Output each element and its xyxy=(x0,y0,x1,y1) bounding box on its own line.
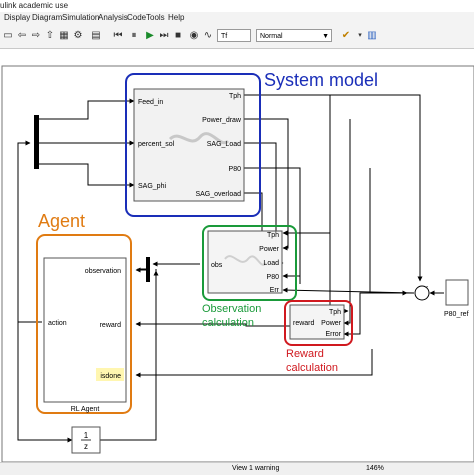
back-icon[interactable]: ⇦ xyxy=(16,29,28,42)
port-obs-load: Load xyxy=(263,260,279,267)
step-back-icon[interactable]: ⏮ xyxy=(112,29,124,42)
system-model-title: System model xyxy=(264,70,378,90)
stop-icon[interactable]: ■ xyxy=(172,29,184,42)
p80-ref-block[interactable] xyxy=(445,279,469,306)
port-obs-p80: P80 xyxy=(267,274,280,281)
port-feed-in: Feed_in xyxy=(138,99,163,106)
forward-icon[interactable]: ⇨ xyxy=(30,29,42,42)
port-action: action xyxy=(48,320,67,327)
warning-status-link[interactable]: View 1 warning xyxy=(232,463,279,475)
menu-help[interactable]: Help xyxy=(168,12,184,24)
rl-agent-label: RL Agent xyxy=(71,406,100,413)
toolbar: ▭ ⇦ ⇨ ⇧ ▦ ⚙ ▤ ⏮ ⏸ ▶ ⏭ ■ ◉ ∿ Tf Normal ▼ ✔… xyxy=(0,24,474,49)
port-reward-in: reward xyxy=(100,322,122,329)
menu-display[interactable]: Display xyxy=(4,12,30,24)
library-browser-icon[interactable]: ▦ xyxy=(58,29,70,42)
menu-code[interactable]: Code xyxy=(127,12,146,24)
observation-caption-2: calculation xyxy=(202,317,254,329)
port-reward-out: reward xyxy=(293,320,315,327)
port-sag-phi: SAG_phi xyxy=(138,183,166,190)
dropdown-chevron-icon[interactable]: ▾ xyxy=(354,29,366,42)
port-tph: Tph xyxy=(229,93,241,100)
build-icon[interactable]: ▥ xyxy=(366,29,378,42)
step-forward-icon[interactable]: ⏭ xyxy=(158,29,170,42)
menu-simulation[interactable]: Simulation xyxy=(62,12,99,24)
record-icon[interactable]: ◉ xyxy=(188,29,200,42)
menu-analysis[interactable]: Analysis xyxy=(98,12,128,24)
new-model-icon[interactable]: ▭ xyxy=(2,29,14,42)
port-p80: P80 xyxy=(229,166,242,173)
port-obs-power: Power xyxy=(259,246,280,253)
port-isdone: isdone xyxy=(100,373,121,380)
reward-caption-2: calculation xyxy=(286,362,338,374)
menu-tools[interactable]: Tools xyxy=(146,12,165,24)
port-obs-err: Err xyxy=(270,287,280,294)
observation-caption-1: Observation xyxy=(202,303,261,315)
stop-time-value: Tf xyxy=(221,33,228,40)
menu-bar: Display Diagram Simulation Analysis Code… xyxy=(0,12,474,24)
agent-title: Agent xyxy=(38,211,85,231)
model-canvas[interactable]: - P80_ref 1 z System model Feed_in perce… xyxy=(0,49,474,463)
reward-caption-1: Reward xyxy=(286,348,324,360)
explorer-icon[interactable]: ▤ xyxy=(90,29,102,42)
port-sag-load: SAG_Load xyxy=(207,141,241,148)
port-obs: obs xyxy=(211,262,223,269)
zoom-level: 146% xyxy=(366,465,384,472)
delay-numerator: 1 xyxy=(84,431,89,440)
scope-icon[interactable]: ∿ xyxy=(202,29,214,42)
chevron-down-icon: ▼ xyxy=(322,33,329,40)
simulation-mode-value: Normal xyxy=(260,33,283,40)
window-title: ulink academic use xyxy=(0,1,69,10)
pause-icon[interactable]: ⏸ xyxy=(128,29,140,42)
port-rew-tph: Tph xyxy=(329,309,341,316)
status-bar: View 1 warning 146% xyxy=(0,462,474,475)
port-rew-error: Error xyxy=(325,331,341,338)
simulation-mode-select[interactable]: Normal ▼ xyxy=(256,29,332,42)
up-icon[interactable]: ⇧ xyxy=(44,29,56,42)
port-sag-overload: SAG_overload xyxy=(195,191,241,198)
run-icon[interactable]: ▶ xyxy=(144,29,156,42)
model-settings-icon[interactable]: ⚙ xyxy=(72,29,84,42)
port-rew-power: Power xyxy=(321,320,342,327)
port-observation: observation xyxy=(85,268,121,275)
port-power-draw: Power_draw xyxy=(202,117,242,124)
window-title-bar: ulink academic use xyxy=(0,0,474,12)
delay-denominator: z xyxy=(84,442,88,451)
stop-time-input[interactable]: Tf xyxy=(217,29,251,42)
model-advisor-icon[interactable]: ✔ xyxy=(340,29,352,42)
port-obs-tph: Tph xyxy=(267,232,279,239)
port-percent-sol: percent_sol xyxy=(138,141,175,148)
p80-ref-label: P80_ref xyxy=(444,311,469,318)
menu-diagram[interactable]: Diagram xyxy=(32,12,62,24)
